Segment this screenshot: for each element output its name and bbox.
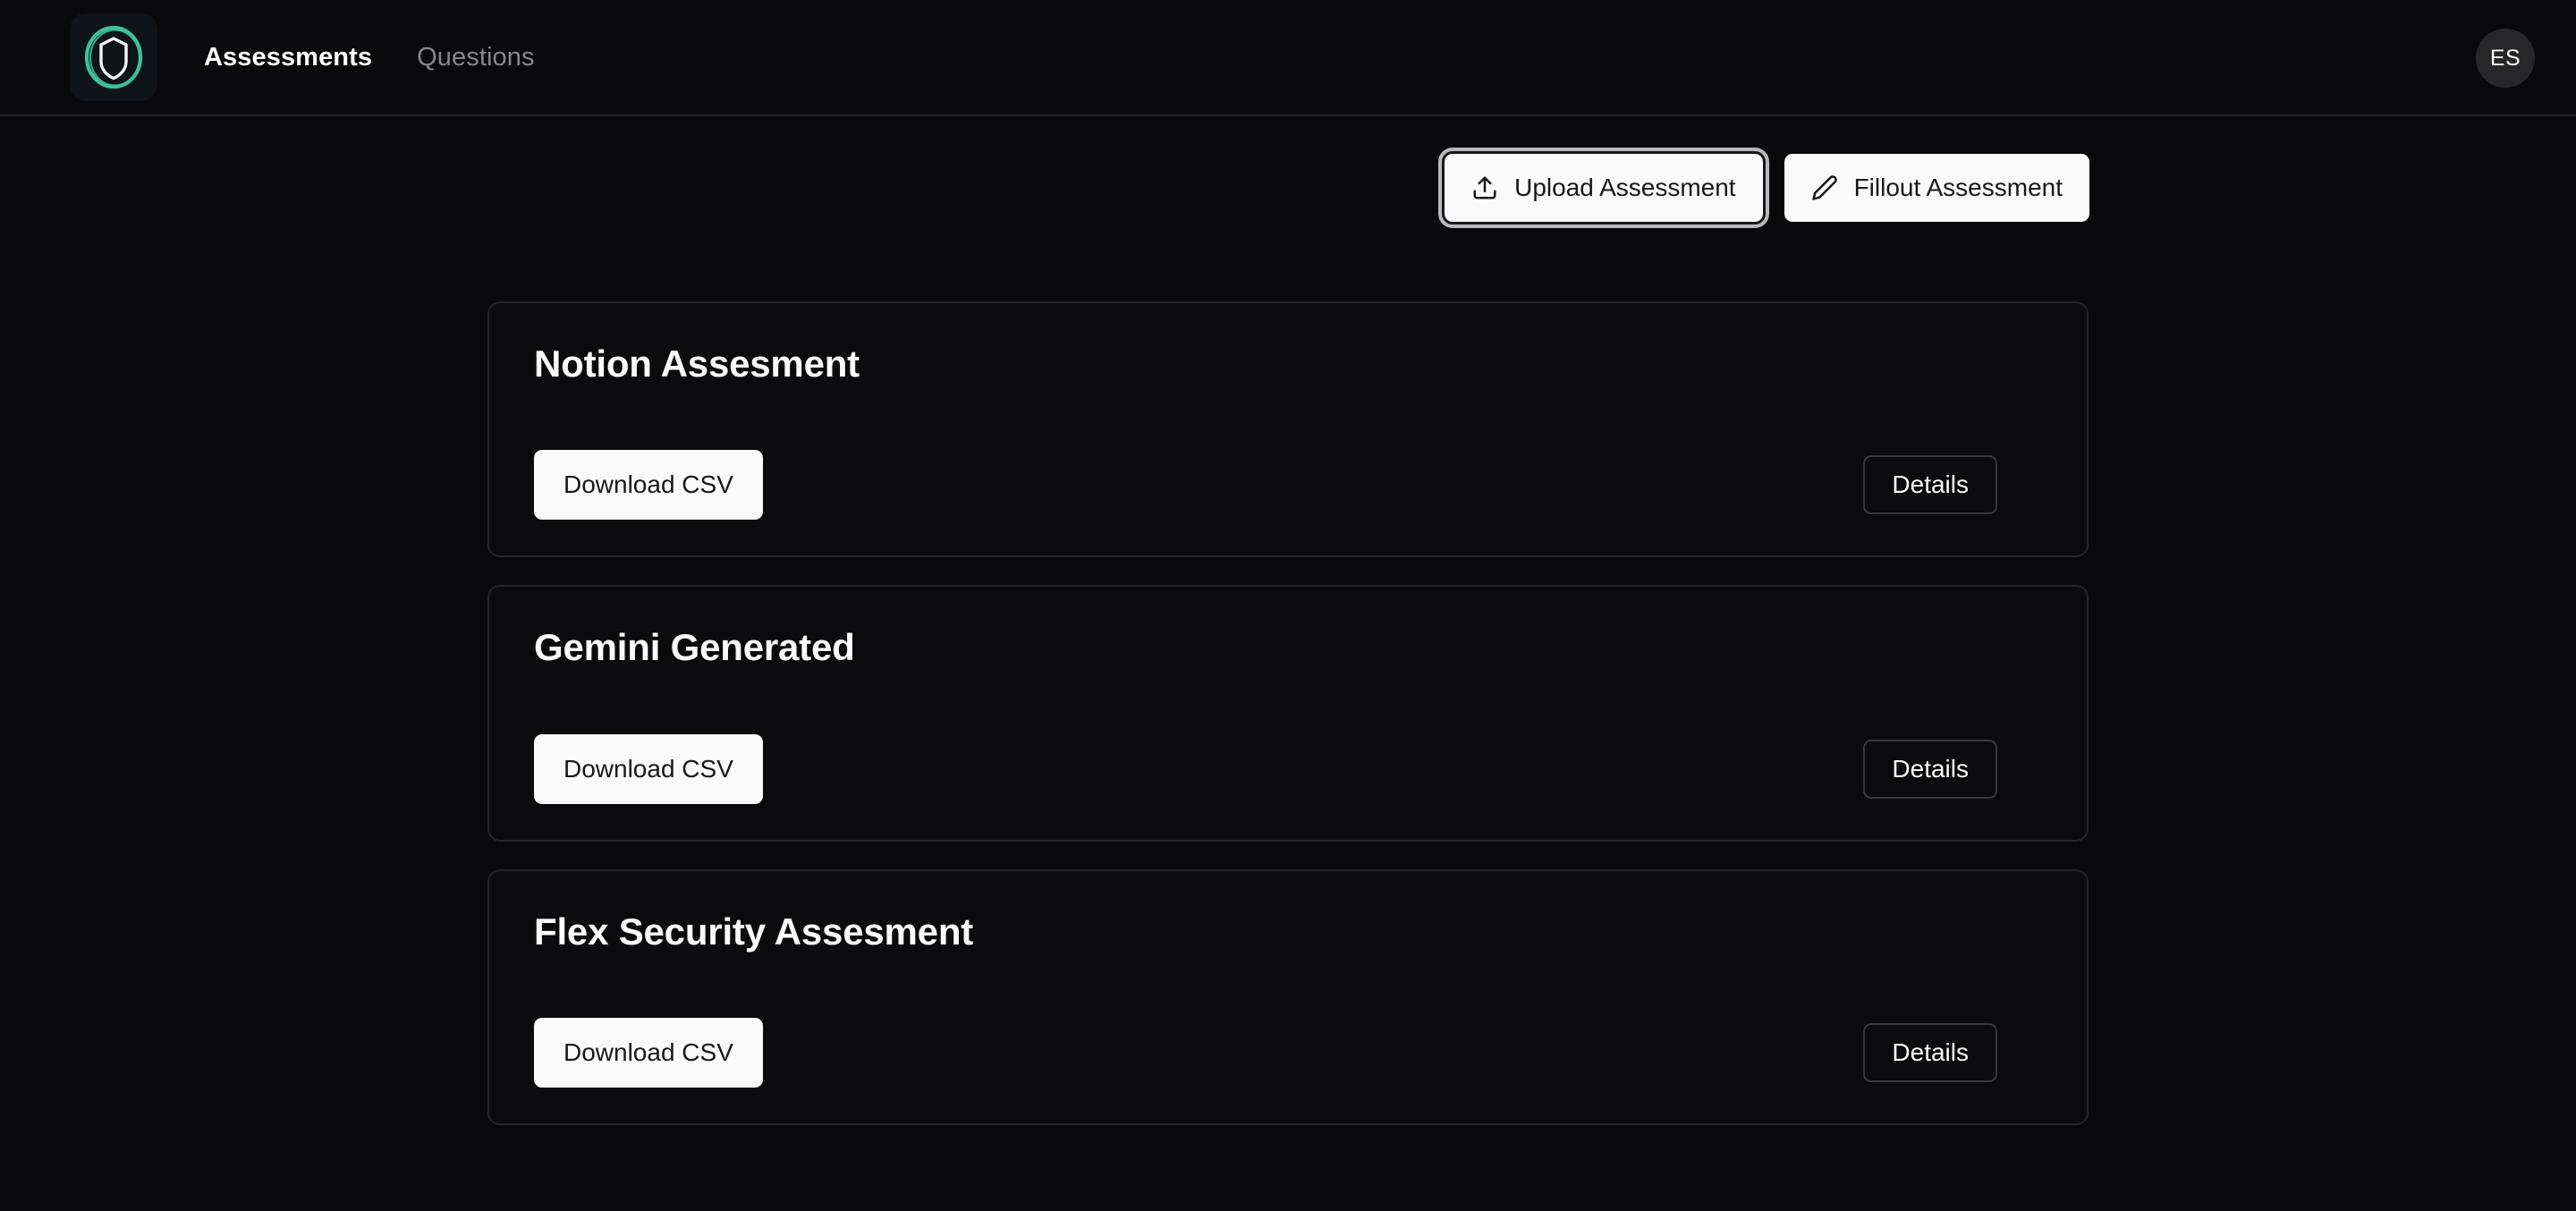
upload-icon xyxy=(1471,174,1498,201)
shield-logo-icon xyxy=(79,22,148,92)
app-header: Assessments Questions ES xyxy=(0,0,2576,116)
details-button[interactable]: Details xyxy=(1863,1022,1997,1082)
assessment-card: Notion Assesment Download CSV Details xyxy=(487,301,2089,558)
assessment-card: Gemini Generated Download CSV Details xyxy=(487,585,2089,842)
assessment-title: Flex Security Assesment xyxy=(534,910,974,953)
fillout-assessment-label: Fillout Assessment xyxy=(1853,174,2063,201)
upload-assessment-button[interactable]: Upload Assessment xyxy=(1442,151,1766,224)
brand-logo[interactable] xyxy=(70,13,157,101)
assessment-title: Notion Assesment xyxy=(534,343,860,385)
nav-link-assessments[interactable]: Assessments xyxy=(204,43,372,72)
main-content: Upload Assessment Fillout Assessment Not… xyxy=(0,118,2576,1211)
fillout-assessment-button[interactable]: Fillout Assessment xyxy=(1784,154,2089,222)
assessment-card: Flex Security Assesment Download CSV Det… xyxy=(487,868,2089,1125)
details-button[interactable]: Details xyxy=(1863,739,1997,799)
download-csv-button[interactable]: Download CSV xyxy=(534,450,763,521)
user-avatar[interactable]: ES xyxy=(2476,29,2535,88)
details-button[interactable]: Details xyxy=(1863,455,1997,515)
pencil-icon xyxy=(1811,174,1838,201)
primary-nav: Assessments Questions xyxy=(204,43,535,72)
assessment-card-actions: Download CSV Details xyxy=(534,1017,2042,1088)
nav-link-questions[interactable]: Questions xyxy=(417,43,534,72)
assessment-list: Notion Assesment Download CSV Details Ge… xyxy=(487,301,2089,1153)
assessment-title: Gemini Generated xyxy=(534,626,855,669)
assessment-card-actions: Download CSV Details xyxy=(534,450,2042,521)
download-csv-button[interactable]: Download CSV xyxy=(534,1017,763,1088)
download-csv-button[interactable]: Download CSV xyxy=(534,733,763,804)
assessment-card-actions: Download CSV Details xyxy=(534,733,2042,804)
assessment-toolbar: Upload Assessment Fillout Assessment xyxy=(0,151,2576,224)
upload-assessment-label: Upload Assessment xyxy=(1514,174,1736,201)
